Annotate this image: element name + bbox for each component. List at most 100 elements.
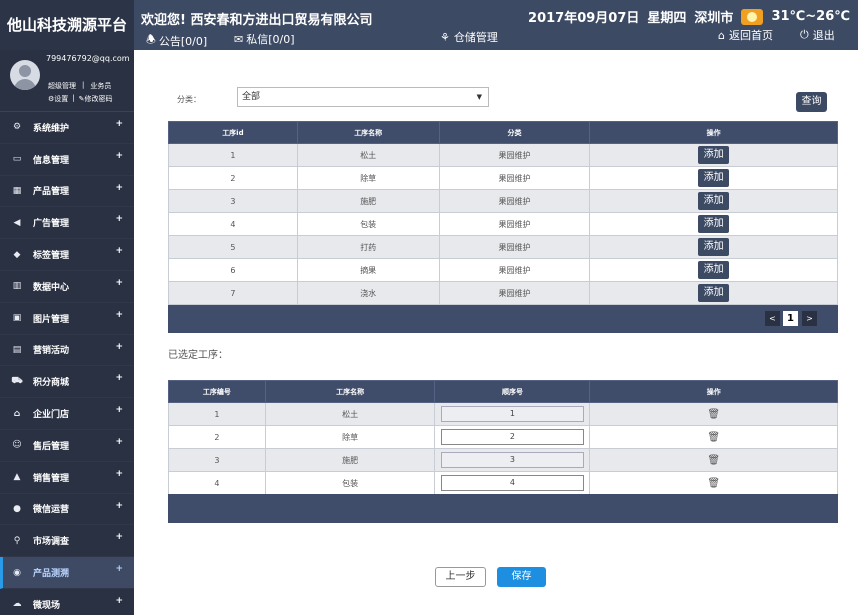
sidebar-item[interactable]: ◀ 广告管理 + [0, 207, 134, 240]
process-category-cell: 果园维护 [438, 258, 591, 282]
sidebar-item[interactable]: ▤ 营销活动 + [0, 335, 134, 367]
mail-icon: ✉ [234, 32, 244, 46]
sidebar-item[interactable]: ▥ 数据中心 + [0, 271, 134, 303]
prev-step-button[interactable]: 上一步 [435, 567, 486, 587]
process-table-body: 1 松土 果园维护 添加 2 除草 果园维护 添加 3 施肥 果园维护 添加 4 包装 果园维护 添加 5 打药果… [168, 143, 838, 305]
sidebar-item[interactable]: ◉ 产品测溯 + [0, 557, 134, 589]
process-no-cell: 2 [168, 425, 266, 449]
expand-plus-icon[interactable]: + [115, 373, 123, 383]
search-icon: ⚲ [13, 535, 21, 546]
add-process-button[interactable]: 添加 [698, 261, 730, 279]
weather-sun-icon [741, 8, 764, 25]
home-label: 返回首页 [728, 29, 773, 42]
date-weather: 2017年09月07日 星期四 深圳市 31℃~26℃ [528, 7, 850, 26]
expand-plus-icon[interactable]: + [115, 405, 123, 415]
expand-plus-icon[interactable]: + [115, 596, 123, 606]
process-name-cell: 摘果 [296, 258, 440, 282]
process-name-cell: 包装 [264, 471, 436, 495]
expand-plus-icon[interactable]: + [115, 564, 123, 574]
process-id-cell: 4 [168, 212, 298, 236]
sidebar-item[interactable]: ☁ 微现场 + [0, 589, 134, 615]
sidebar-item-label: 微现场 [33, 600, 61, 611]
home-link[interactable]: ⌂ 返回首页 [718, 27, 773, 43]
process-name-cell: 松土 [296, 143, 440, 167]
trash-icon[interactable]: 🗑 [707, 432, 720, 443]
page-number-button[interactable]: 1 [783, 311, 798, 326]
id-card-icon: ▭ [12, 154, 22, 165]
process-category-cell: 果园维护 [438, 143, 591, 167]
sidebar-item[interactable]: ⚲ 市场调查 + [0, 525, 134, 558]
next-page-button[interactable]: > [802, 311, 817, 326]
sidebar-item-label: 积分商城 [33, 378, 70, 389]
gear-icon: ⚙ [12, 122, 22, 133]
trash-icon[interactable]: 🗑 [707, 409, 720, 420]
message-link[interactable]: ✉ 私信[0/0] [234, 31, 295, 47]
sidebar-item-label: 图片管理 [33, 314, 70, 325]
sidebar-item[interactable]: ⚙ 系统维护 + [0, 112, 134, 144]
sidebar-item-label: 售后管理 [33, 441, 70, 452]
column-header: 操作 [589, 380, 838, 403]
order-cell: 2 [434, 425, 591, 449]
table-row: 2 除草 2 🗑 [168, 425, 838, 449]
user-email: 799476792@qq.com [46, 54, 130, 63]
process-id-cell: 6 [168, 258, 298, 282]
column-header: 工序id [168, 121, 298, 144]
expand-plus-icon[interactable]: + [115, 310, 123, 320]
add-process-button[interactable]: 添加 [698, 146, 730, 164]
sidebar-item[interactable]: ◆ 标签管理 + [0, 239, 134, 271]
settings-link[interactable]: ⚙设置 [48, 94, 68, 104]
sidebar-item[interactable]: ▦ 产品管理 + [0, 176, 134, 208]
sidebar-item[interactable]: ⛟ 积分商城 + [0, 366, 134, 399]
add-process-button[interactable]: 添加 [698, 284, 730, 302]
logout-link[interactable]: ⏻ 退出 [800, 27, 835, 43]
expand-plus-icon[interactable]: + [115, 183, 123, 193]
sidebar-item[interactable]: ⌂ 企业门店 + [0, 398, 134, 430]
globe-icon: ◉ [13, 567, 21, 578]
trash-icon[interactable]: 🗑 [707, 478, 720, 489]
trash-icon[interactable]: 🗑 [707, 455, 720, 466]
users-icon: ☺ [12, 440, 22, 451]
expand-plus-icon[interactable]: + [115, 278, 123, 288]
change-password-label: 修改密码 [84, 95, 113, 103]
category-select[interactable]: 全部 ▼ [237, 87, 489, 107]
expand-plus-icon[interactable]: + [115, 501, 123, 511]
add-process-button[interactable]: 添加 [698, 238, 730, 256]
order-input[interactable]: 4 [440, 475, 584, 491]
expand-plus-icon[interactable]: + [115, 469, 123, 479]
user-role-sales: 业务员 [90, 82, 112, 90]
expand-plus-icon[interactable]: + [115, 151, 123, 161]
expand-plus-icon[interactable]: + [115, 119, 123, 129]
sidebar-item[interactable]: ▣ 图片管理 + [0, 303, 134, 335]
store-icon: ⌂ [13, 408, 21, 419]
sidebar-item-label: 销售管理 [33, 473, 70, 484]
order-input[interactable]: 1 [440, 406, 584, 422]
sidebar-item[interactable]: ▲ 销售管理 + [0, 462, 134, 494]
add-process-button[interactable]: 添加 [698, 192, 730, 210]
add-process-button[interactable]: 添加 [698, 169, 730, 187]
save-button[interactable]: 保存 [497, 567, 546, 587]
query-button[interactable]: 查询 [796, 92, 827, 112]
temperature-text: 31℃~26℃ [771, 9, 850, 24]
sidebar-item[interactable]: ☺ 售后管理 + [0, 430, 134, 462]
expand-plus-icon[interactable]: + [115, 437, 123, 447]
add-process-button[interactable]: 添加 [698, 215, 730, 233]
table-row: 1 松土 果园维护 添加 [168, 143, 838, 167]
date-text: 2017年09月07日 [528, 11, 640, 26]
change-password-link[interactable]: ✎修改密码 [79, 94, 113, 104]
expand-plus-icon[interactable]: + [115, 246, 123, 256]
expand-plus-icon[interactable]: + [115, 342, 123, 352]
order-input[interactable]: 3 [440, 452, 584, 468]
expand-plus-icon[interactable]: + [115, 532, 123, 542]
sidebar-item-label: 数据中心 [33, 282, 70, 293]
notice-link[interactable]: 🕭 公告[0/0] [146, 31, 207, 50]
sidebar-item[interactable]: ● 微信运营 + [0, 494, 134, 526]
gift-icon: ▤ [12, 344, 22, 355]
sidebar-item[interactable]: ▭ 信息管理 + [0, 144, 134, 176]
sidebar-item-label: 标签管理 [33, 251, 70, 262]
process-category-cell: 果园维护 [438, 189, 591, 213]
prev-page-button[interactable]: < [765, 311, 780, 326]
order-input[interactable]: 2 [440, 429, 584, 445]
action-cell: 🗑 [589, 471, 838, 495]
process-category-cell: 果园维护 [438, 166, 591, 190]
expand-plus-icon[interactable]: + [115, 214, 123, 224]
